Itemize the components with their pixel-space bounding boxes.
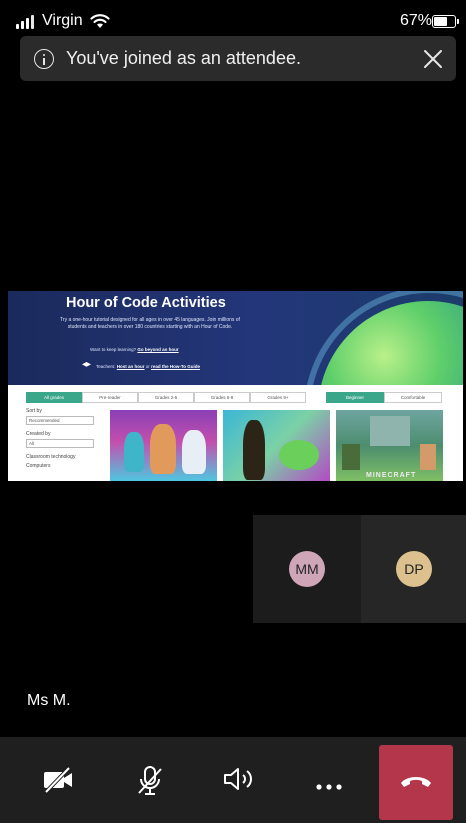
level-filter: Beginner Comfortable bbox=[326, 392, 442, 403]
tagline: Try a one-hour tutorial designed for all… bbox=[60, 317, 240, 330]
sort-select[interactable]: Recommended bbox=[26, 416, 94, 425]
presenter-name: Ms M. bbox=[27, 692, 71, 709]
wifi-icon bbox=[90, 14, 110, 28]
speaker-icon bbox=[224, 768, 252, 790]
sort-label: Sort by bbox=[26, 408, 42, 414]
minecraft-label: MINECRAFT bbox=[366, 472, 417, 479]
more-icon bbox=[316, 784, 342, 790]
classroom-option[interactable]: Computers bbox=[26, 463, 50, 469]
participant-tile[interactable]: DP bbox=[361, 515, 466, 623]
attendee-banner: You've joined as an attendee. bbox=[20, 36, 456, 81]
mic-off-icon bbox=[138, 766, 162, 795]
phone-hangup-icon bbox=[401, 777, 431, 787]
go-beyond-link[interactable]: Go beyond an hour bbox=[137, 347, 178, 352]
shared-screen: Hour of Code Activities Try a one-hour t… bbox=[8, 291, 463, 481]
avatar: DP bbox=[396, 551, 432, 587]
avatar: MM bbox=[289, 551, 325, 587]
more-options-button[interactable] bbox=[294, 745, 364, 815]
graduation-cap-icon bbox=[82, 362, 91, 367]
level-comfortable[interactable]: Comfortable bbox=[384, 392, 442, 403]
grade-2-5[interactable]: Grades 2-5 bbox=[138, 392, 194, 403]
page-title: Hour of Code Activities bbox=[66, 295, 226, 311]
level-beginner[interactable]: Beginner bbox=[326, 392, 384, 403]
video-off-icon bbox=[44, 766, 72, 794]
how-to-guide-link[interactable]: read the How-To Guide bbox=[151, 364, 200, 369]
grade-6-8[interactable]: Grades 6-8 bbox=[194, 392, 250, 403]
activity-card-dance[interactable] bbox=[110, 410, 217, 481]
teachers-line: Teachers: Host an hour or read the How-T… bbox=[96, 364, 200, 369]
battery-percent: 67% bbox=[400, 12, 433, 29]
keep-learning: Want to keep learning? Go beyond an hour bbox=[90, 347, 179, 352]
signal-icon bbox=[16, 15, 36, 29]
grade-filter: All grades Pre-reader Grades 2-5 Grades … bbox=[26, 392, 306, 403]
grade-pre-reader[interactable]: Pre-reader bbox=[82, 392, 138, 403]
created-label: Created by bbox=[26, 431, 51, 437]
speaker-button[interactable] bbox=[202, 745, 272, 815]
created-select[interactable]: All bbox=[26, 439, 94, 448]
close-icon[interactable] bbox=[422, 48, 444, 70]
participant-tile[interactable]: MM bbox=[253, 515, 361, 623]
mute-button[interactable] bbox=[115, 745, 185, 815]
activity-card-person[interactable] bbox=[223, 410, 330, 481]
call-controls bbox=[0, 737, 466, 823]
status-bar: Virgin 67% bbox=[0, 0, 466, 40]
hero-banner: Hour of Code Activities Try a one-hour t… bbox=[8, 291, 463, 385]
grade-9-plus[interactable]: Grades 9+ bbox=[250, 392, 306, 403]
host-hour-link[interactable]: Host an hour bbox=[117, 364, 145, 369]
classroom-label: Classroom technology bbox=[26, 454, 76, 460]
end-call-button[interactable] bbox=[379, 745, 453, 820]
activity-card-minecraft[interactable]: MINECRAFT bbox=[336, 410, 443, 481]
grade-all[interactable]: All grades bbox=[26, 392, 82, 403]
video-toggle-button[interactable] bbox=[22, 745, 92, 815]
info-icon bbox=[34, 49, 54, 69]
carrier-name: Virgin bbox=[42, 12, 83, 29]
battery-icon bbox=[432, 15, 459, 28]
banner-message: You've joined as an attendee. bbox=[66, 48, 301, 68]
